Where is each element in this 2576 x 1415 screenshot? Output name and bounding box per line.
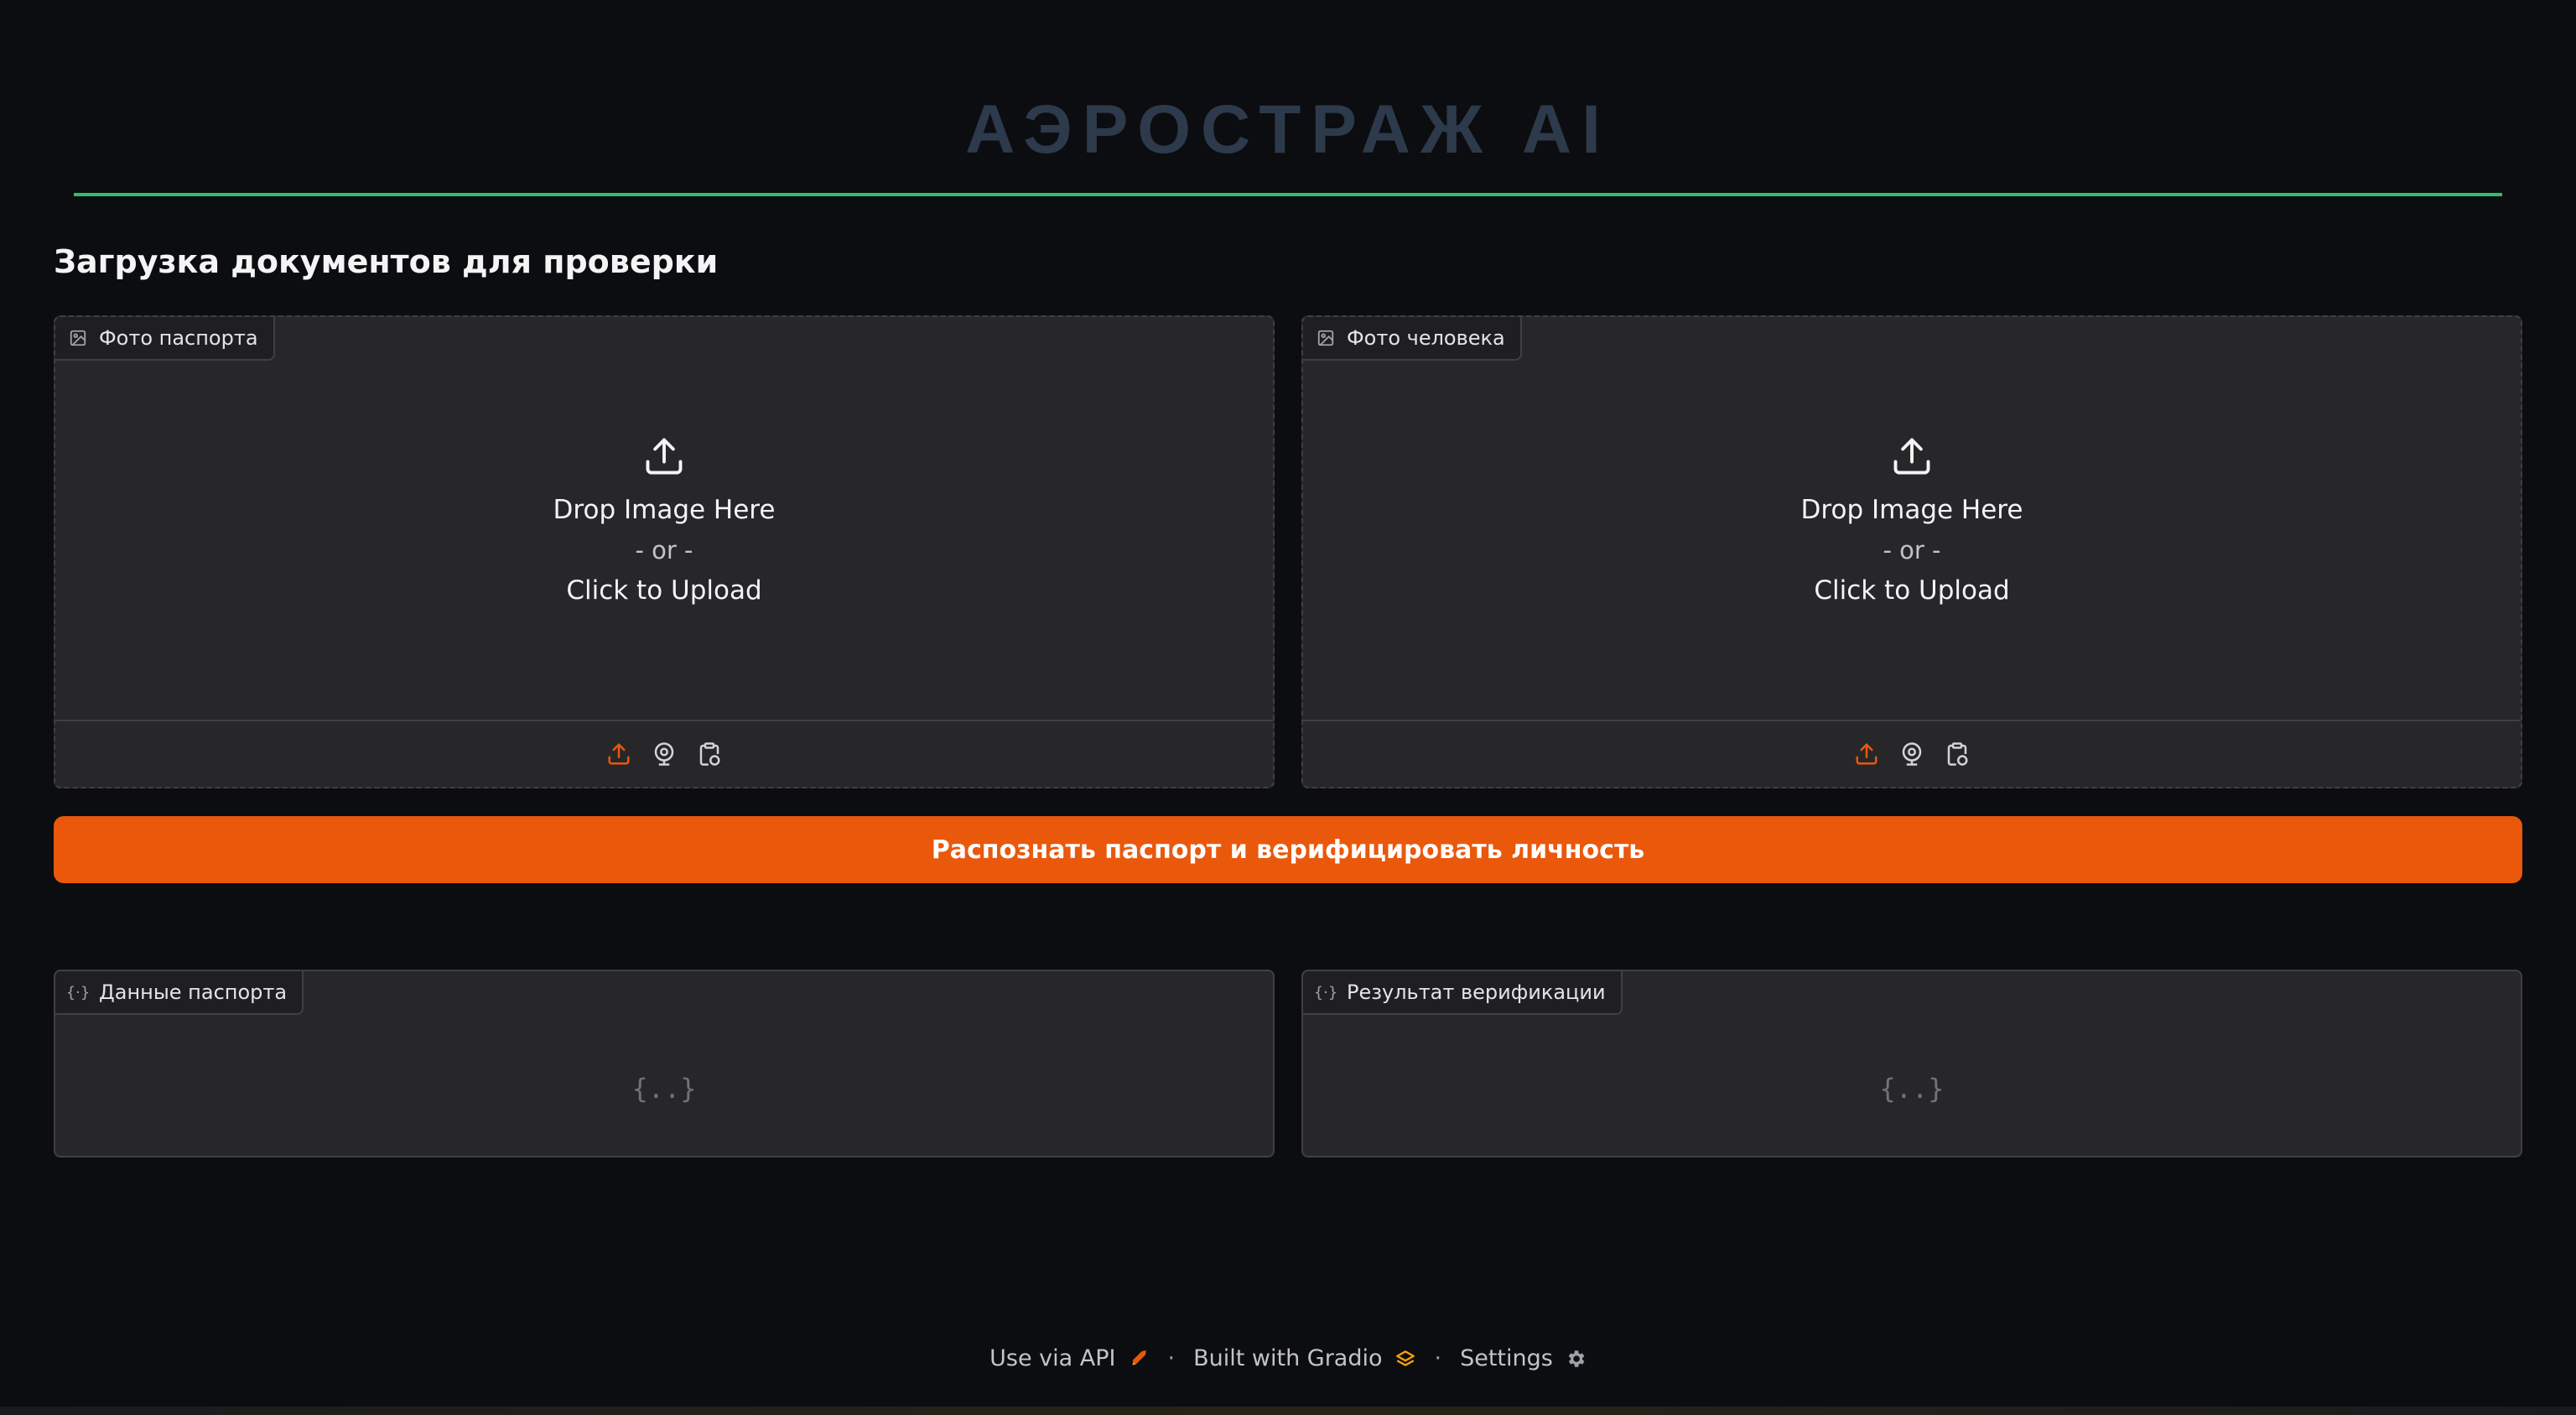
- upload-icon: [608, 743, 630, 765]
- passport-data-label-text: Данные паспорта: [99, 981, 288, 1004]
- passport-data-panel: {..} {·} Данные паспорта: [54, 970, 1275, 1157]
- verification-result-label-text: Результат верификации: [1347, 981, 1606, 1004]
- verification-result-panel: {..} {·} Результат верификации: [1301, 970, 2522, 1157]
- settings-link[interactable]: Settings: [1460, 1345, 1587, 1371]
- passport-drop-zone[interactable]: Drop Image Here - or - Click to Upload: [55, 317, 1273, 720]
- built-with-gradio-link[interactable]: Built with Gradio: [1193, 1345, 1415, 1371]
- json-empty-placeholder: {..}: [1879, 1073, 1945, 1105]
- passport-data-label: {·} Данные паспорта: [55, 971, 304, 1015]
- click-to-upload-text: Click to Upload: [566, 575, 762, 606]
- settings-text: Settings: [1460, 1345, 1553, 1371]
- verify-submit-button[interactable]: Распознать паспорт и верифицировать личн…: [54, 816, 2522, 883]
- app-title: АЭРОСТРАЖ AI: [965, 91, 1611, 168]
- gradio-logo-icon: [1395, 1350, 1415, 1366]
- drop-image-text: Drop Image Here: [1800, 495, 2023, 525]
- built-with-gradio-text: Built with Gradio: [1193, 1345, 1383, 1371]
- clipboard-icon: [1947, 742, 1968, 766]
- upload-source-button[interactable]: [605, 740, 633, 768]
- click-to-upload-text: Click to Upload: [1814, 575, 2010, 606]
- person-drop-zone[interactable]: Drop Image Here - or - Click to Upload: [1303, 317, 2521, 720]
- person-upload-label: Фото человека: [1303, 317, 1522, 361]
- clipboard-icon: [699, 742, 720, 766]
- webcam-source-button[interactable]: [1898, 740, 1926, 768]
- upload-source-button[interactable]: [1852, 740, 1881, 768]
- or-text: - or -: [1883, 536, 1941, 564]
- passport-upload-label: Фото паспорта: [55, 317, 275, 361]
- image-icon: [70, 330, 86, 346]
- footer-separator: ·: [1167, 1345, 1176, 1371]
- clipboard-source-button[interactable]: [695, 740, 724, 768]
- passport-upload-label-text: Фото паспорта: [99, 326, 258, 350]
- app-page: АЭРОСТРАЖ AI Загрузка документов для про…: [0, 0, 2576, 1415]
- verification-result-label: {·} Результат верификации: [1303, 971, 1623, 1015]
- bottom-strip: [0, 1407, 2576, 1415]
- upload-icon: [1856, 743, 1877, 765]
- person-upload-panel: Drop Image Here - or - Click to Upload Ф…: [1301, 315, 2522, 788]
- upload-icon: [1893, 438, 1930, 475]
- rocket-icon: [1131, 1350, 1146, 1366]
- clipboard-source-button[interactable]: [1943, 740, 1971, 768]
- json-braces-icon: {·}: [1313, 983, 1338, 1001]
- person-source-bar: [1303, 720, 2521, 787]
- webcam-icon: [1902, 742, 1922, 766]
- json-braces-icon: {·}: [65, 983, 91, 1001]
- upload-icon: [646, 438, 683, 475]
- title-divider: [74, 193, 2502, 196]
- use-via-api-link[interactable]: Use via API: [989, 1345, 1149, 1371]
- passport-source-bar: [55, 720, 1273, 787]
- image-icon: [1317, 330, 1334, 346]
- footer-separator: ·: [1434, 1345, 1442, 1371]
- section-heading: Загрузка документов для проверки: [54, 243, 719, 280]
- drop-image-text: Drop Image Here: [553, 495, 776, 525]
- gear-icon: [1568, 1350, 1585, 1367]
- person-upload-label-text: Фото человека: [1347, 326, 1505, 350]
- footer: Use via API · Built with Gradio · Settin…: [0, 1345, 2576, 1371]
- json-empty-placeholder: {..}: [631, 1073, 697, 1105]
- or-text: - or -: [635, 536, 693, 564]
- webcam-source-button[interactable]: [650, 740, 678, 768]
- webcam-icon: [654, 742, 674, 766]
- passport-upload-panel: Drop Image Here - or - Click to Upload Ф…: [54, 315, 1275, 788]
- use-via-api-text: Use via API: [989, 1345, 1116, 1371]
